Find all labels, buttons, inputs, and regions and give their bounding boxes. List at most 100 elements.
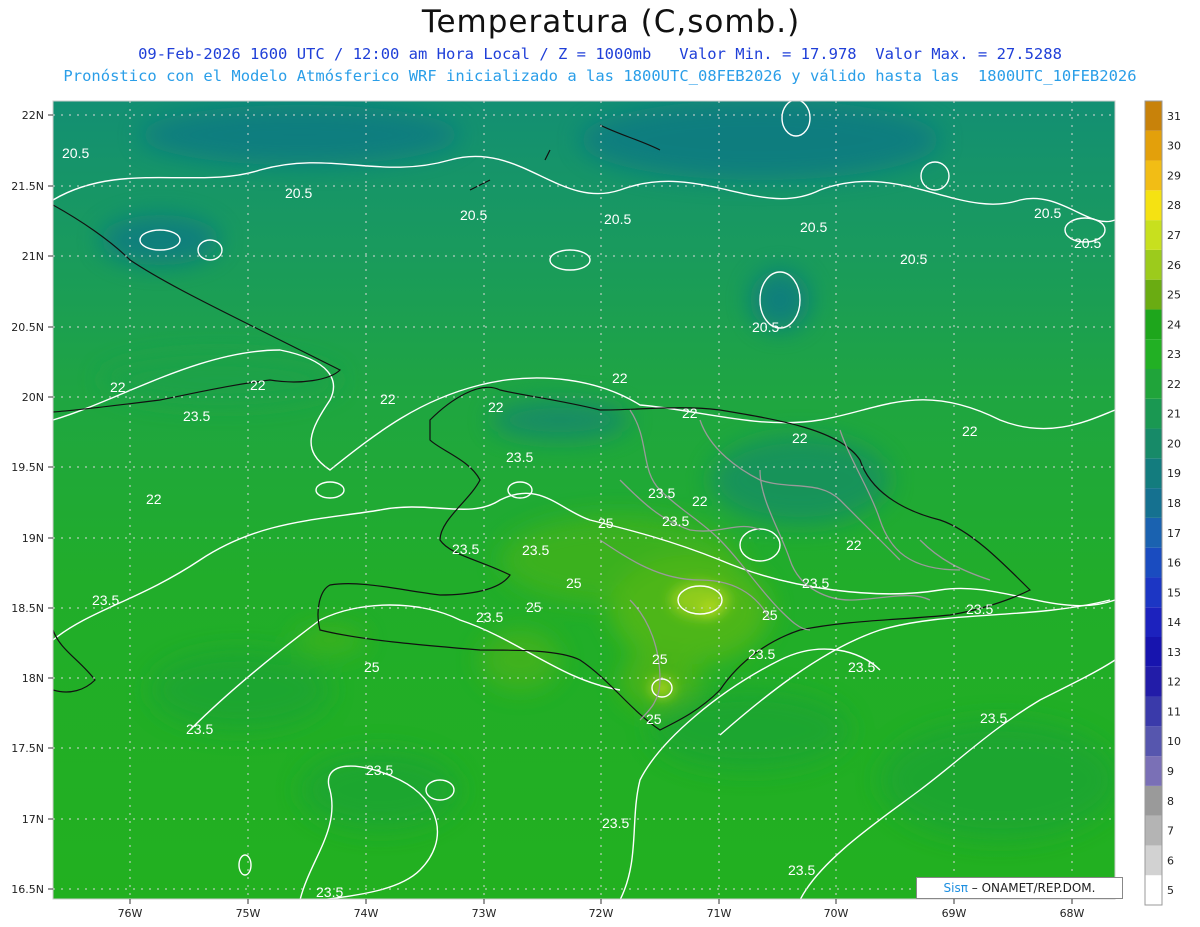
colorbar-swatch: [1145, 607, 1162, 637]
colorbar-label: 12: [1167, 676, 1181, 689]
colorbar-swatch: [1145, 220, 1162, 250]
contour-label: 23.5: [316, 884, 343, 900]
colorbar-swatch: [1145, 339, 1162, 369]
contour-label: 23.5: [748, 646, 775, 662]
colorbar-label: 20: [1167, 437, 1181, 450]
contour-label: 23.5: [183, 408, 210, 424]
contour-label: 22: [146, 491, 162, 507]
contour-label: 20.5: [1034, 205, 1061, 221]
contour-label: 22: [692, 493, 708, 509]
temperature-map: 20.5 20.5 20.5 20.5 20.5 20.5 20.5 20.5 …: [11, 100, 1181, 920]
colorbar-label: 29: [1167, 169, 1181, 182]
colorbar-label: 7: [1167, 825, 1174, 838]
contour-label: 20.5: [460, 207, 487, 223]
colorbar-label: 11: [1167, 705, 1181, 718]
colorbar-swatch: [1145, 190, 1162, 221]
colorbar-label: 17: [1167, 527, 1181, 540]
lat-label: 22N: [22, 109, 44, 122]
colorbar-swatch: [1145, 785, 1162, 816]
contour-label: 23.5: [452, 541, 479, 557]
contour-label: 25: [762, 607, 778, 623]
contour-label: 22: [846, 537, 862, 553]
colorbar-label: 23: [1167, 348, 1181, 361]
colorbar-label: 5: [1167, 884, 1174, 897]
lat-label: 17N: [22, 813, 44, 826]
colorbar-swatch: [1145, 547, 1162, 578]
colorbar-swatch: [1145, 845, 1162, 876]
contour-label: 23.5: [802, 575, 829, 591]
contour-label: 23.5: [476, 609, 503, 625]
contour-label: 20.5: [800, 219, 827, 235]
colorbar-swatch: [1145, 160, 1162, 191]
lat-label: 17.5N: [11, 742, 44, 755]
colorbar-swatch: [1145, 637, 1162, 667]
contour-label: 25: [652, 651, 668, 667]
colorbar-swatch: [1145, 249, 1162, 280]
colorbar-label: 25: [1167, 289, 1181, 302]
contour-label: 25: [646, 711, 662, 727]
lon-label: 70W: [824, 907, 849, 920]
lat-label: 18N: [22, 672, 44, 685]
colorbar-label: 10: [1167, 735, 1181, 748]
colorbar-label: 14: [1167, 616, 1181, 629]
colorbar-label: 24: [1167, 318, 1181, 331]
lon-label: 73W: [472, 907, 497, 920]
lat-label: 20.5N: [11, 321, 44, 334]
colorbar-label: 13: [1167, 646, 1181, 659]
contour-label: 25: [566, 575, 582, 591]
contour-label: 20.5: [62, 145, 89, 161]
colorbar: 31 30 29 28 27 26 25 24 23 22 21 20 19 18 17 16 15 14 13 12…: [1144, 100, 1181, 906]
colorbar-label: 15: [1167, 586, 1181, 599]
colorbar-swatch: [1145, 696, 1162, 727]
lat-label: 20N: [22, 391, 44, 404]
colorbar-label: 26: [1167, 259, 1181, 272]
contour-label: 23.5: [788, 862, 815, 878]
colorbar-label: 27: [1167, 229, 1181, 242]
contour-label: 23.5: [980, 710, 1007, 726]
lon-label: 74W: [354, 907, 379, 920]
contour-label: 23.5: [506, 449, 533, 465]
contour-label: 23.5: [966, 601, 993, 617]
colorbar-label: 16: [1167, 557, 1181, 570]
contour-label: 20.5: [285, 185, 312, 201]
lat-label: 18.5N: [11, 602, 44, 615]
contour-label: 23.5: [602, 815, 629, 831]
lat-label: 21.5N: [11, 180, 44, 193]
contour-label: 22: [110, 379, 126, 395]
contour-label: 23.5: [848, 659, 875, 675]
colorbar-swatch: [1145, 875, 1162, 905]
colorbar-label: 8: [1167, 795, 1174, 808]
contour-label: 23.5: [92, 592, 119, 608]
lat-label: 19.5N: [11, 461, 44, 474]
colorbar-label: 28: [1167, 199, 1181, 212]
credit-box: Sisπ – ONAMET/REP.DOM.: [916, 877, 1123, 899]
contour-label: 22: [380, 391, 396, 407]
lon-label: 69W: [942, 907, 967, 920]
colorbar-label: 21: [1167, 408, 1181, 421]
contour-label: 23.5: [522, 542, 549, 558]
contour-label: 22: [792, 430, 808, 446]
contour-label: 22: [250, 377, 266, 393]
colorbar-label: 30: [1167, 140, 1181, 153]
colorbar-swatch: [1145, 130, 1162, 161]
contour-label: 20.5: [900, 251, 927, 267]
colorbar-swatch: [1145, 458, 1162, 489]
lon-label: 71W: [707, 907, 732, 920]
colorbar-label: 31: [1167, 110, 1181, 123]
lat-label: 19N: [22, 532, 44, 545]
sispi-logo: Sisπ: [943, 881, 968, 895]
contour-label: 23.5: [366, 762, 393, 778]
colorbar-label: 6: [1167, 854, 1174, 867]
contour-label: 25: [526, 599, 542, 615]
lat-label: 21N: [22, 250, 44, 263]
lat-label: 16.5N: [11, 883, 44, 896]
contour-label: 25: [598, 515, 614, 531]
lon-label: 75W: [236, 907, 261, 920]
colorbar-swatch: [1145, 369, 1162, 399]
colorbar-swatch: [1145, 101, 1162, 131]
colorbar-label: 18: [1167, 497, 1181, 510]
contour-label: 22: [962, 423, 978, 439]
contour-label: 20.5: [604, 211, 631, 227]
contour-label: 23.5: [648, 485, 675, 501]
colorbar-swatch: [1145, 815, 1162, 846]
